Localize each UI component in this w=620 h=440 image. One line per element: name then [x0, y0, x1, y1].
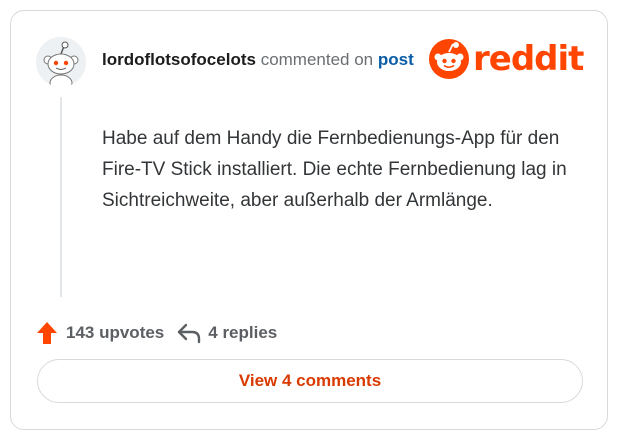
reddit-logo: reddit [429, 39, 584, 79]
reply-arrow-icon[interactable] [176, 322, 202, 344]
comment-header: lordoflotsofocelots commented on post [102, 49, 414, 71]
comment-actions: 143 upvotes 4 replies [36, 321, 289, 345]
comment-card: lordoflotsofocelots commented on post re… [10, 10, 608, 430]
thread-line [60, 97, 62, 297]
snoo-avatar-icon [36, 37, 86, 87]
post-link[interactable]: post [378, 50, 414, 69]
brand-name: reddit [473, 39, 584, 79]
comment-body: Habe auf dem Handy die Fernbedienungs-Ap… [102, 128, 567, 211]
username[interactable]: lordoflotsofocelots [102, 50, 256, 69]
reply-control[interactable]: 4 replies [176, 322, 277, 344]
avatar[interactable] [36, 37, 86, 87]
upvote-control[interactable]: 143 upvotes [36, 321, 164, 345]
view-comments-button[interactable]: View 4 comments [37, 359, 583, 403]
action-text: commented on [260, 50, 374, 69]
reply-count: 4 replies [208, 323, 278, 342]
reddit-snoo-icon [429, 39, 469, 79]
upvote-count: 143 upvotes [66, 323, 165, 342]
upvote-arrow-icon[interactable] [36, 321, 58, 345]
